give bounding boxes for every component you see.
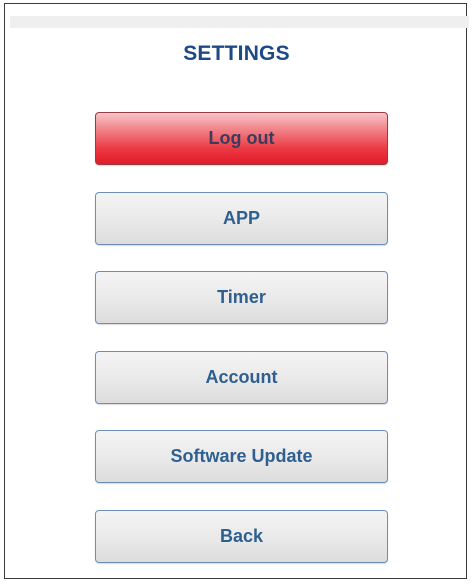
timer-button[interactable]: Timer [95,271,388,324]
app-button[interactable]: APP [95,192,388,245]
account-button[interactable]: Account [95,351,388,404]
logout-button[interactable]: Log out [95,112,388,165]
top-strip [10,16,469,28]
software-update-button[interactable]: Software Update [95,430,388,483]
page-title: SETTINGS [183,42,290,65]
back-button[interactable]: Back [95,510,388,563]
